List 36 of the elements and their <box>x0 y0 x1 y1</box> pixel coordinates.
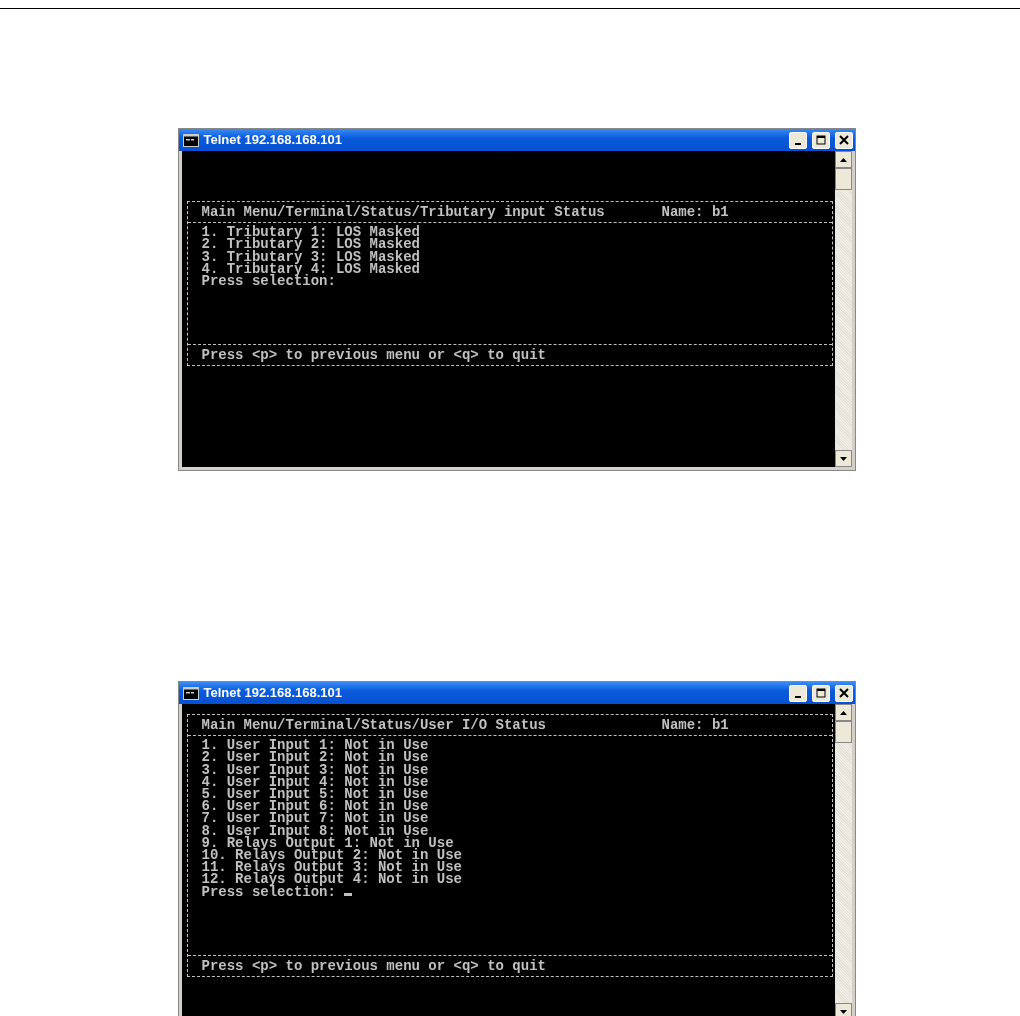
minimize-button[interactable] <box>788 131 807 149</box>
minimize-icon <box>794 695 801 698</box>
menu-option: 2. Tributary 2: LOS Masked <box>201 238 818 251</box>
close-icon <box>838 135 849 145</box>
navigation-hint: Press <p> to previous menu or <q> to quit <box>201 957 546 974</box>
menu-option: 4. User Input 4: Not in Use <box>201 775 818 788</box>
close-icon <box>838 688 849 698</box>
console-icon <box>182 133 199 147</box>
console-icon <box>182 686 199 700</box>
close-button[interactable] <box>834 684 853 702</box>
menu-option: 7. User Input 7: Not in Use <box>201 812 818 825</box>
device-name: Name: b1 <box>661 719 729 732</box>
menu-option: 4. Tributary 4: LOS Masked <box>201 262 818 275</box>
maximize-button[interactable] <box>811 684 830 702</box>
maximize-icon <box>815 688 826 698</box>
menu-option: 8. User Input 8: Not in Use <box>201 824 818 837</box>
navigation-hint: Press <p> to previous menu or <q> to quit <box>201 347 546 364</box>
down-arrow-icon <box>838 1008 848 1015</box>
menu-option: 12. Relays Output 4: Not in Use <box>201 873 818 886</box>
menu-path: Main Menu/Terminal/Status/Tributary input Status <box>201 206 606 219</box>
minimize-icon <box>794 142 801 145</box>
menu-option: 3. User Input 3: Not in Use <box>201 763 818 776</box>
maximize-button[interactable] <box>811 131 830 149</box>
menu-option: 3. Tributary 3: LOS Masked <box>201 250 818 263</box>
down-arrow-icon <box>838 455 848 462</box>
selection-prompt: Press selection: <box>201 273 336 289</box>
minimize-button[interactable] <box>788 684 807 702</box>
up-arrow-icon <box>838 709 848 716</box>
window-title: Telnet 192.168.168.101 <box>203 684 343 703</box>
menu-option: 2. User Input 2: Not in Use <box>201 751 818 764</box>
close-button[interactable] <box>834 131 853 149</box>
device-name: Name: b1 <box>661 206 729 219</box>
window-title: Telnet 192.168.168.101 <box>203 131 343 150</box>
up-arrow-icon <box>838 156 848 163</box>
maximize-icon <box>815 135 826 145</box>
menu-path: Main Menu/Terminal/Status/User I/O Status <box>201 719 547 732</box>
